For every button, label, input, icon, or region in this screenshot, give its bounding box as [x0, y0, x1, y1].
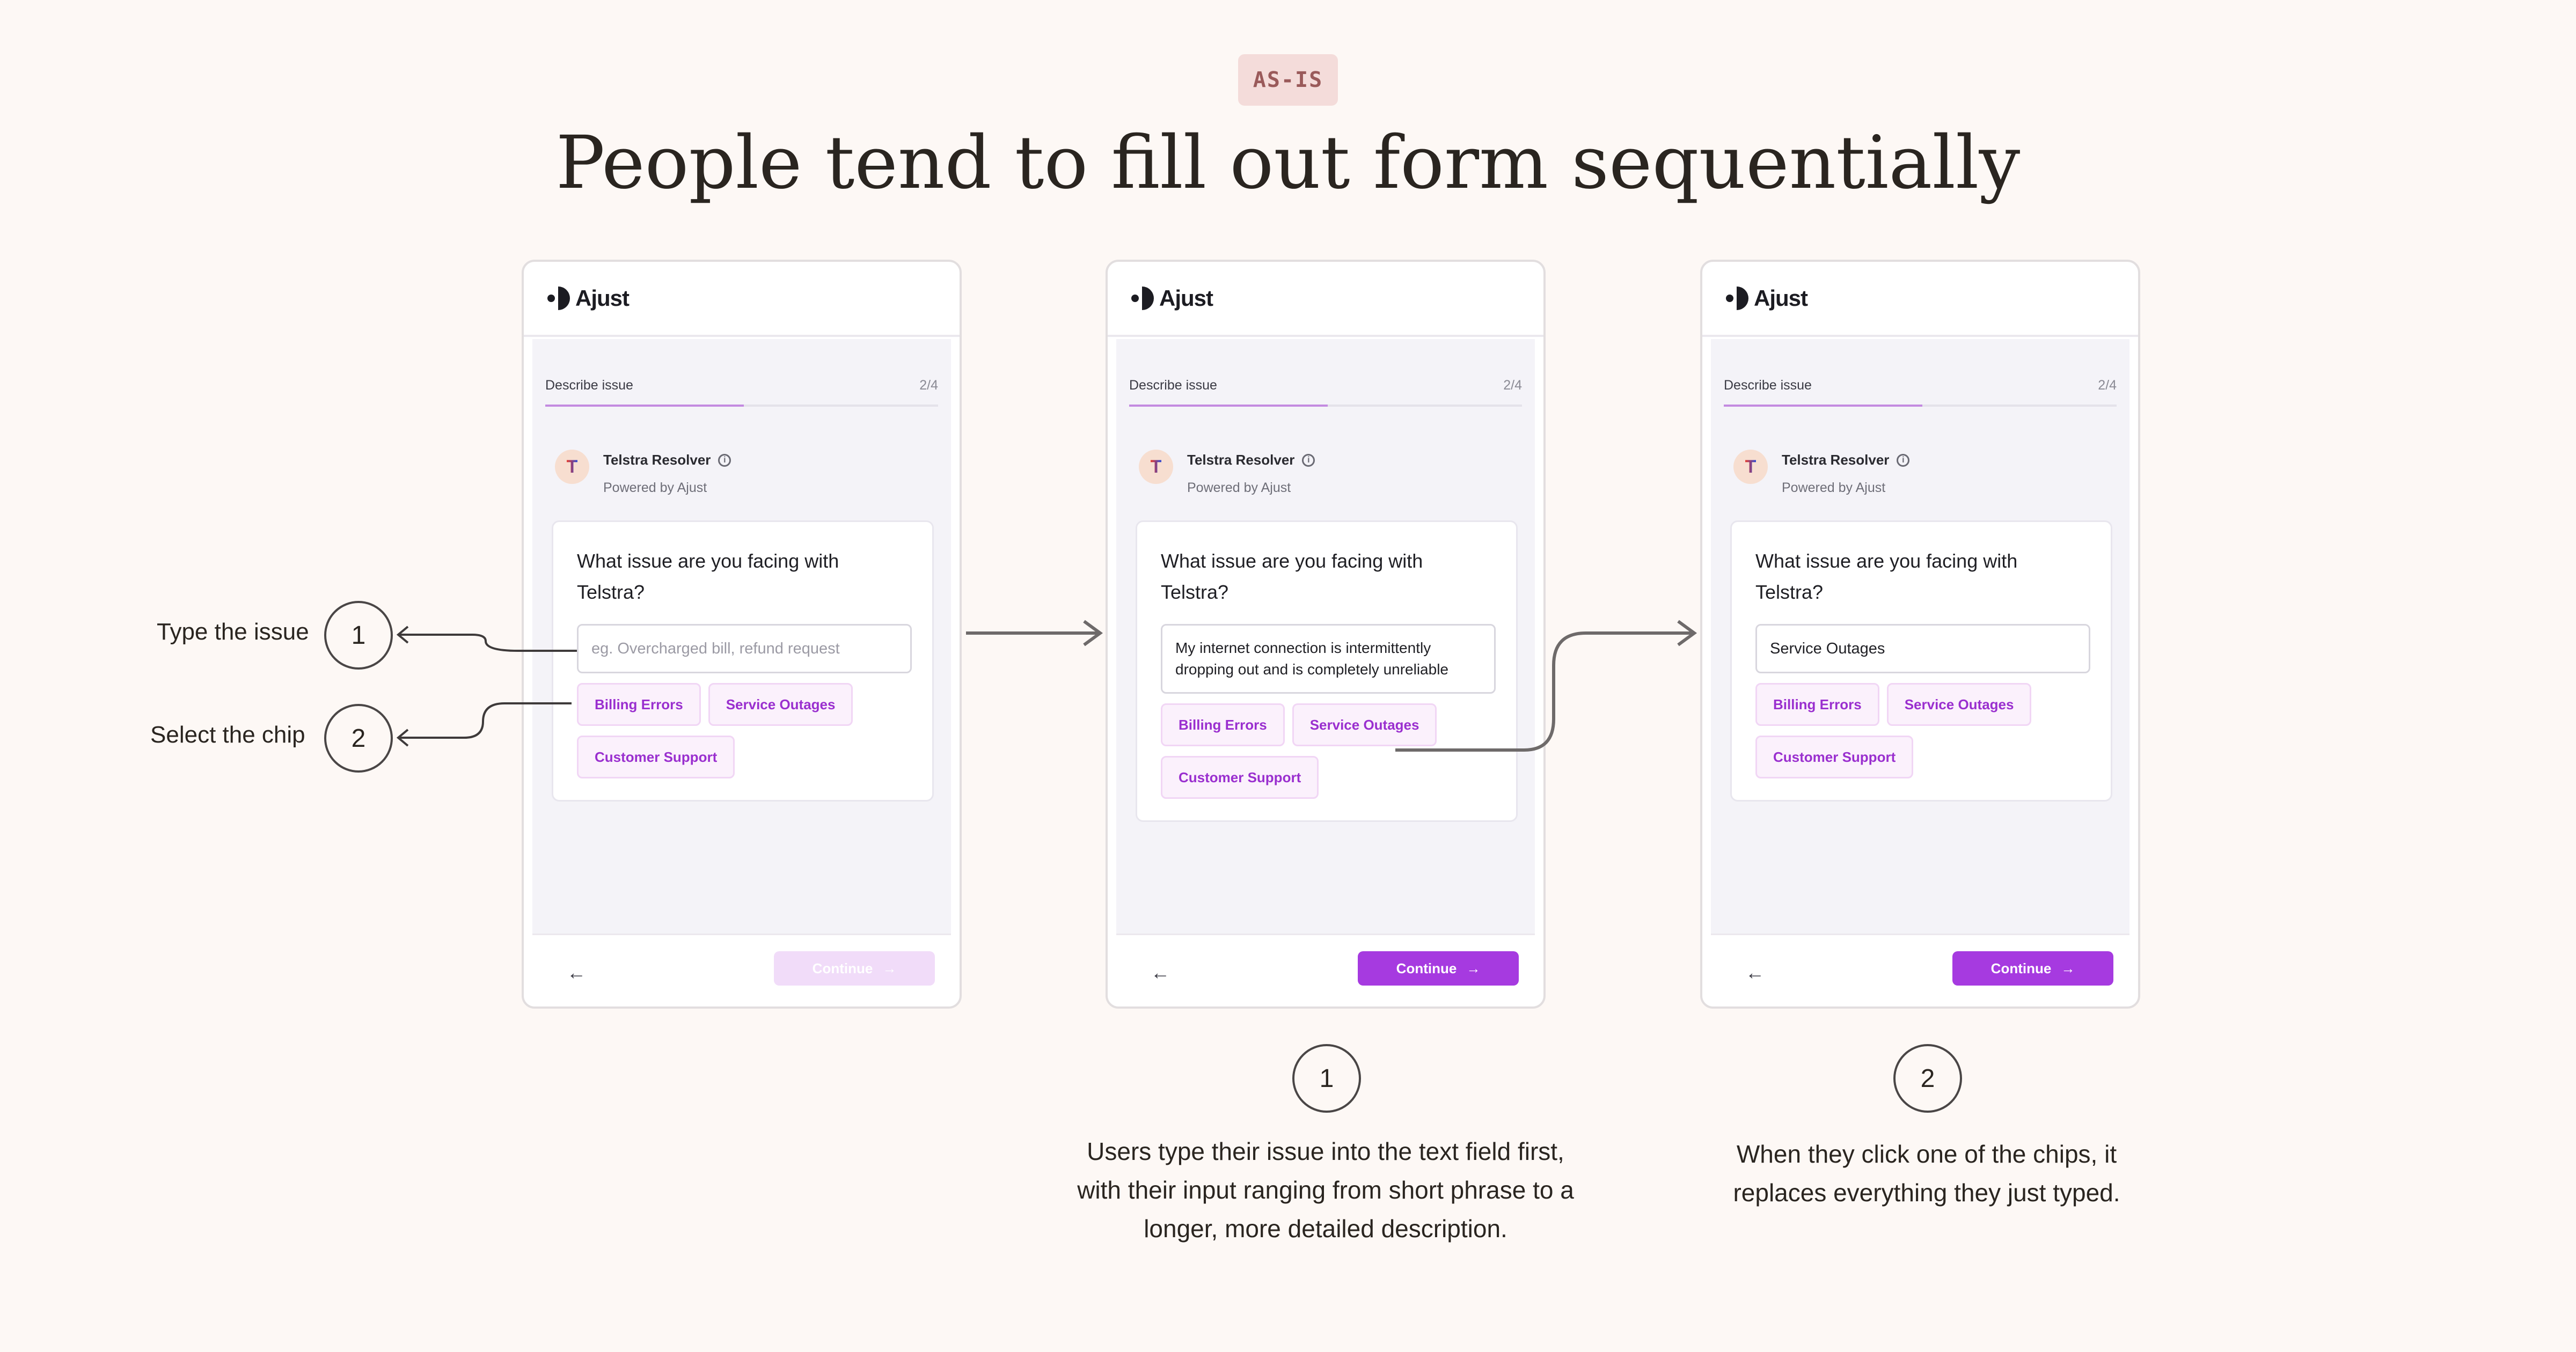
question-text: What issue are you facing with Telstra?	[577, 550, 839, 603]
chip-billing-errors[interactable]: Billing Errors	[577, 683, 701, 726]
phone-screen-1: Ajust Describe issue 2/4 T Telstra Resolv…	[522, 260, 962, 1009]
back-arrow-icon[interactable]: ←	[567, 962, 588, 983]
resolver-name: Telstra Resolver	[1782, 452, 1890, 468]
phone-screen-3: Ajust Describe issue 2/4 T Telstra Resolv…	[1700, 260, 2140, 1009]
form-screen: Describe issue 2/4 T Telstra Resolver i Po…	[1116, 339, 1535, 934]
type-issue-label: Type the issue	[157, 619, 309, 645]
info-icon[interactable]: i	[718, 453, 731, 467]
arrow-right-icon: →	[882, 960, 897, 976]
question-card: What issue are you facing with Telstra? …	[552, 520, 934, 802]
form-screen: Describe issue 2/4 T Telstra Resolver i Po…	[532, 339, 951, 934]
resolver-info: T Telstra Resolver i Powered by Ajust	[1733, 450, 1910, 496]
arrow-right-icon: →	[1466, 960, 1481, 976]
app-header: Ajust	[1108, 262, 1543, 337]
as-is-tag: AS-IS	[1238, 54, 1338, 106]
chip-service-outages[interactable]: Service Outages	[708, 683, 853, 726]
step-label: Describe issue	[545, 378, 633, 393]
app-header: Ajust	[524, 262, 960, 337]
footer-bar: ← Continue →	[532, 934, 951, 1006]
question-text: What issue are you facing with Telstra?	[1755, 550, 2018, 603]
question-card: What issue are you facing with Telstra? …	[1730, 520, 2112, 802]
telstra-avatar: T	[1139, 450, 1173, 484]
question-text: What issue are you facing with Telstra?	[1161, 550, 1423, 603]
back-arrow-icon[interactable]: ←	[1745, 962, 1767, 983]
caption-1-circle: 1	[1292, 1044, 1361, 1113]
phone-screen-2: Ajust Describe issue 2/4 T Telstra Resolv…	[1106, 260, 1546, 1009]
step-count: 2/4	[1503, 378, 1522, 393]
caption-1-text: Users type their issue into the text fie…	[1077, 1137, 1574, 1243]
caption-2-text: When they click one of the chips, it rep…	[1733, 1140, 2120, 1207]
app-header: Ajust	[1702, 262, 2138, 337]
issue-input[interactable]: My internet connection is intermittently…	[1161, 624, 1496, 694]
continue-button[interactable]: Continue →	[1358, 951, 1519, 986]
issue-input[interactable]: Service Outages	[1755, 624, 2090, 673]
select-chip-label: Select the chip	[150, 722, 305, 748]
ajust-logo: Ajust	[1726, 285, 1808, 311]
chip-customer-support[interactable]: Customer Support	[1161, 756, 1319, 799]
issue-input[interactable]: eg. Overcharged bill, refund request	[577, 624, 912, 673]
chip-billing-errors[interactable]: Billing Errors	[1755, 683, 1879, 726]
footer-bar: ← Continue →	[1711, 934, 2129, 1006]
step-count: 2/4	[919, 378, 938, 393]
progress-bar	[545, 405, 938, 407]
chip-billing-errors[interactable]: Billing Errors	[1161, 703, 1285, 746]
chip-service-outages[interactable]: Service Outages	[1886, 683, 2032, 726]
ajust-logo: Ajust	[547, 285, 630, 311]
page-title: People tend to fill out form sequentiall…	[555, 121, 2021, 205]
resolver-sub: Powered by Ajust	[1782, 480, 1886, 495]
chip-group: Billing Errors Service Outages Customer …	[1161, 703, 1504, 799]
resolver-name: Telstra Resolver	[603, 452, 711, 468]
resolver-name: Telstra Resolver	[1187, 452, 1295, 468]
telstra-avatar: T	[1733, 450, 1768, 484]
continue-button[interactable]: Continue →	[1952, 951, 2113, 986]
progress-bar	[1724, 405, 2117, 407]
step-label: Describe issue	[1129, 378, 1217, 393]
caption-2-circle: 2	[1893, 1044, 1962, 1113]
step-1-circle: 1	[324, 601, 393, 670]
chip-customer-support[interactable]: Customer Support	[577, 736, 735, 778]
continue-button[interactable]: Continue →	[774, 951, 935, 986]
info-icon[interactable]: i	[1302, 453, 1315, 467]
step-label: Describe issue	[1724, 378, 1812, 393]
chip-group: Billing Errors Service Outages Customer …	[1755, 683, 2099, 778]
resolver-sub: Powered by Ajust	[1187, 480, 1291, 495]
resolver-sub: Powered by Ajust	[603, 480, 707, 495]
chip-customer-support[interactable]: Customer Support	[1755, 736, 1914, 778]
resolver-info: T Telstra Resolver i Powered by Ajust	[555, 450, 731, 496]
form-screen: Describe issue 2/4 T Telstra Resolver i Po…	[1711, 339, 2129, 934]
arrow-right-icon: →	[2061, 960, 2075, 976]
step-count: 2/4	[2098, 378, 2117, 393]
progress-bar	[1129, 405, 1522, 407]
telstra-avatar: T	[555, 450, 589, 484]
question-card: What issue are you facing with Telstra? …	[1136, 520, 1518, 822]
footer-bar: ← Continue →	[1116, 934, 1535, 1006]
ajust-logo: Ajust	[1131, 285, 1213, 311]
chip-group: Billing Errors Service Outages Customer …	[577, 683, 920, 778]
step-2-circle: 2	[324, 704, 393, 773]
chip-service-outages[interactable]: Service Outages	[1292, 703, 1437, 746]
info-icon[interactable]: i	[1897, 453, 1910, 467]
back-arrow-icon[interactable]: ←	[1151, 962, 1172, 983]
resolver-info: T Telstra Resolver i Powered by Ajust	[1139, 450, 1315, 496]
